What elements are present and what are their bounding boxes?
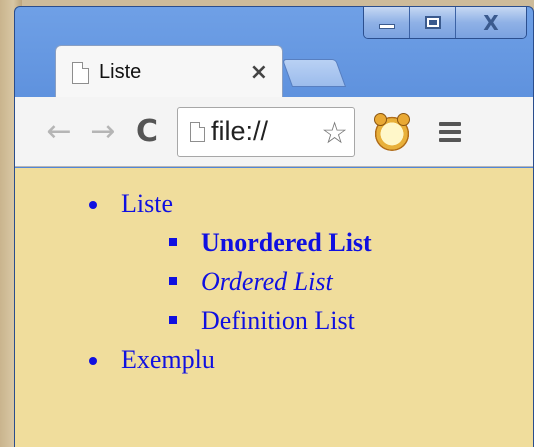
list-item-unordered: Unordered List [79,223,372,262]
list-item-label: Exemplu [121,345,215,374]
list-item-label: Ordered List [201,267,333,296]
tab-title: Liste [99,61,142,83]
forward-arrow-icon[interactable]: → [81,110,125,154]
list-item-label: Unordered List [201,228,372,257]
browser-window: X Liste × ← → C file:// ☆ Liste Unordere… [14,6,534,447]
alarm-clock-icon[interactable] [373,112,411,151]
list-item-liste: Liste [79,184,372,223]
page-icon [72,61,89,84]
list-item-label: Definition List [201,306,355,335]
list-item-ordered: Ordered List [79,262,372,301]
maximize-button[interactable] [410,7,456,38]
reload-icon[interactable]: C [125,110,169,154]
page-content: Liste Unordered List Ordered List Defini… [15,168,533,447]
outer-list: Liste Unordered List Ordered List Defini… [79,184,372,379]
menu-icon[interactable] [439,121,461,142]
close-window-button[interactable]: X [456,7,526,38]
star-icon[interactable]: ☆ [321,116,348,151]
tab-liste[interactable]: Liste × [55,45,283,99]
nested-list-container: Unordered List Ordered List Definition L… [79,223,372,340]
list-item-definition: Definition List [79,301,372,340]
back-arrow-icon[interactable]: ← [37,110,81,154]
inner-list: Unordered List Ordered List Definition L… [79,223,372,340]
list-item-exemplu: Exemplu [79,340,372,379]
minimize-icon [378,24,395,29]
address-text: file:// [211,116,269,146]
minimize-button[interactable] [364,7,410,38]
close-icon: X [483,10,499,35]
browser-toolbar: ← → C file:// ☆ [15,97,533,167]
page-icon [190,121,205,142]
address-bar[interactable]: file:// ☆ [177,106,355,157]
list-item-label: Liste [121,189,173,218]
window-controls: X [363,7,527,39]
maximize-icon [424,16,441,29]
new-tab-button[interactable] [281,59,347,87]
tab-close-icon[interactable]: × [250,60,268,85]
